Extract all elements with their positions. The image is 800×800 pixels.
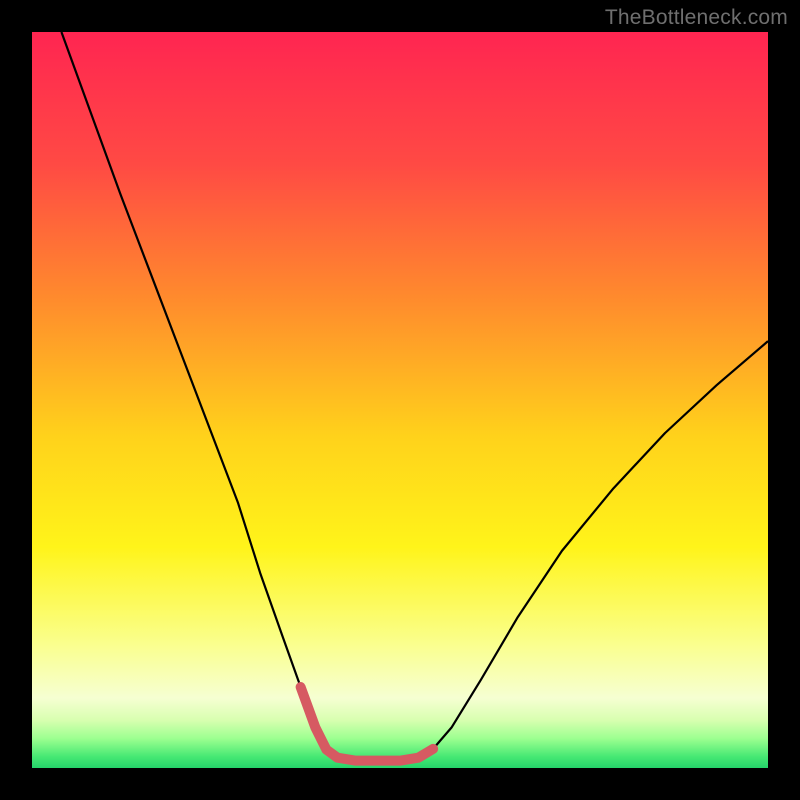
chart-frame: TheBottleneck.com bbox=[0, 0, 800, 800]
bottleneck-chart bbox=[0, 0, 800, 800]
watermark-text: TheBottleneck.com bbox=[605, 6, 788, 30]
plot-background bbox=[32, 32, 768, 768]
